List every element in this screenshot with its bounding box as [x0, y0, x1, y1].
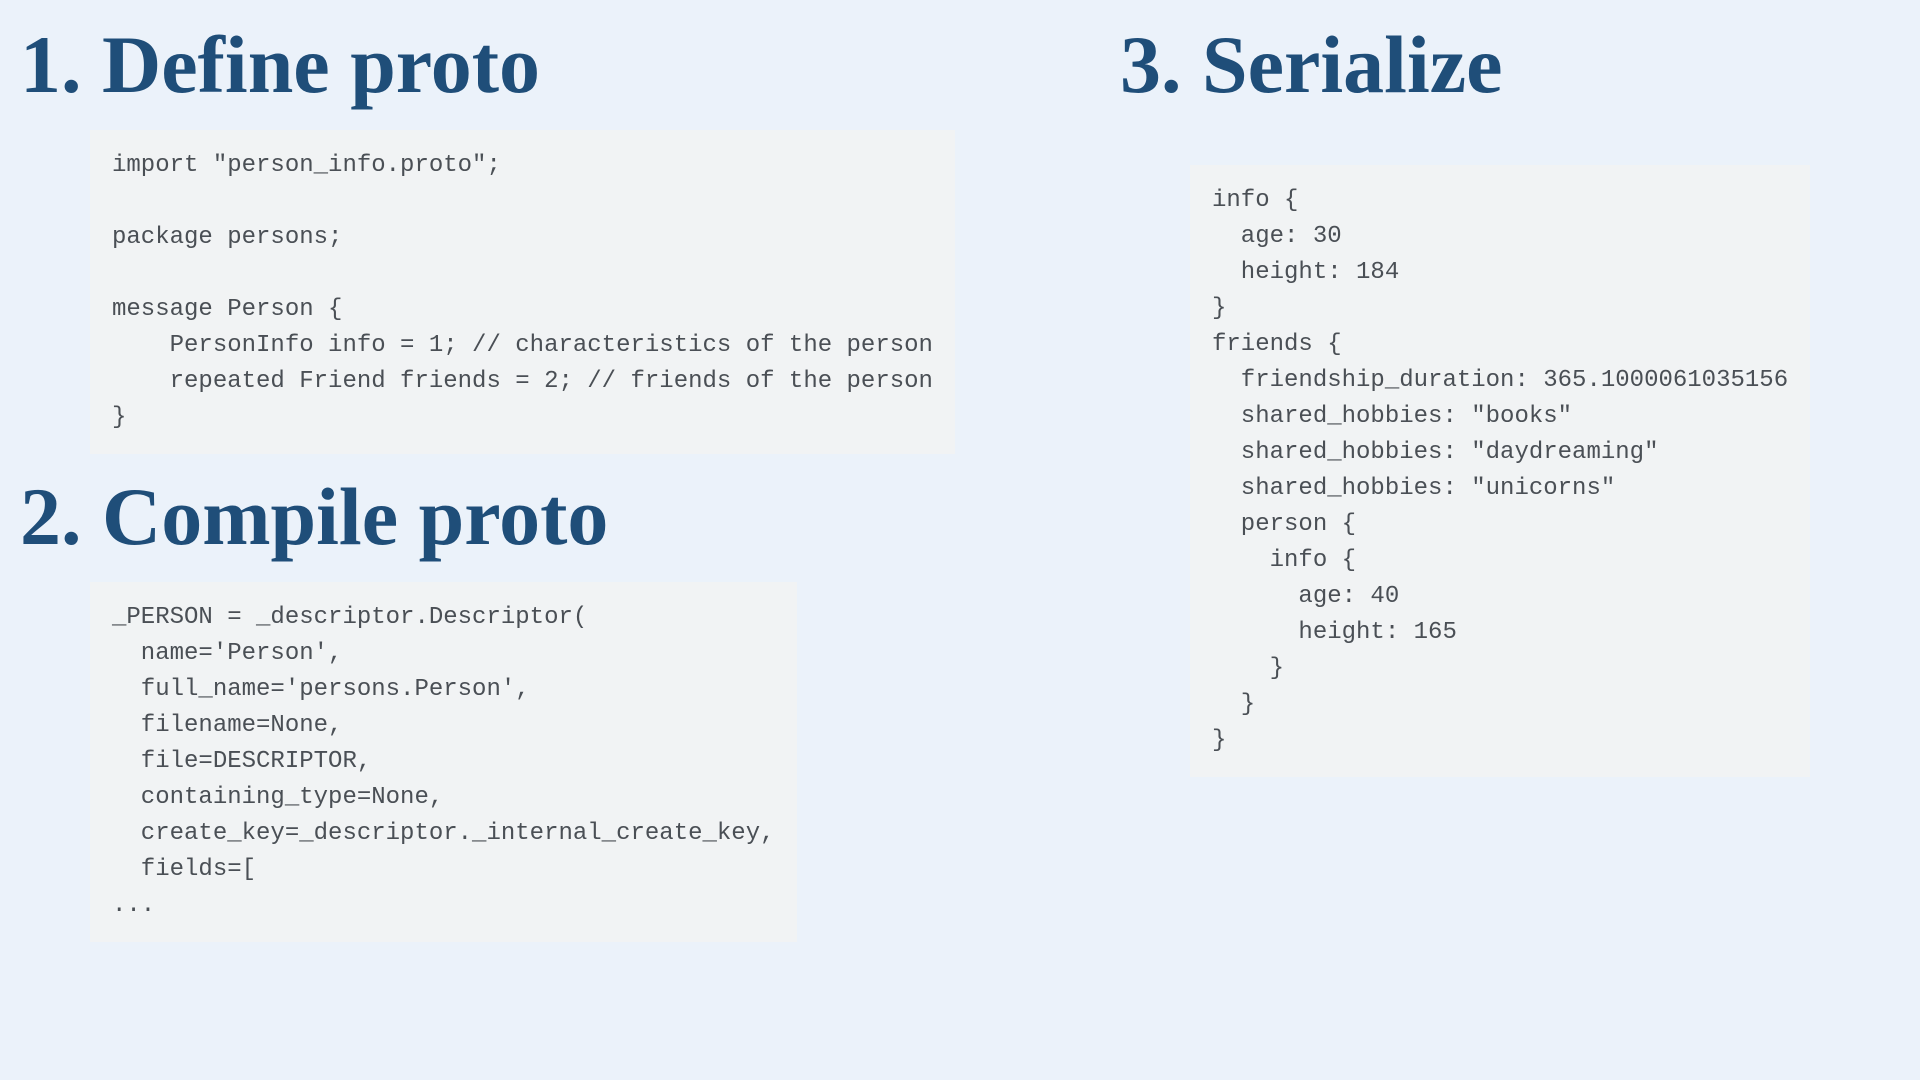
code-compile-proto: _PERSON = _descriptor.Descriptor( name='… [90, 582, 797, 942]
heading-serialize: 3. Serialize [1120, 20, 1860, 110]
code-serialize: info { age: 30 height: 184 } friends { f… [1190, 165, 1810, 777]
heading-define-proto: 1. Define proto [20, 20, 980, 110]
code-define-proto: import "person_info.proto"; package pers… [90, 130, 955, 454]
heading-compile-proto: 2. Compile proto [20, 472, 980, 562]
